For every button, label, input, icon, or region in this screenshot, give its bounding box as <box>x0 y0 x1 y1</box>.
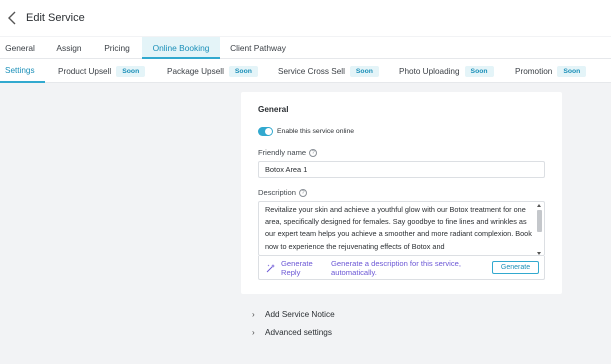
field-label-text: Friendly name <box>258 148 307 157</box>
advanced-settings-toggle[interactable]: › Advanced settings <box>252 328 332 337</box>
help-icon[interactable]: ? <box>298 188 307 197</box>
description-label: Description ? <box>258 188 307 197</box>
section-label: Advanced settings <box>265 328 332 337</box>
subtab-product-upsell[interactable]: Product Upsell Soon <box>58 59 146 83</box>
page-header: Edit Service <box>0 0 611 36</box>
friendly-name-label: Friendly name ? <box>258 148 318 157</box>
chevron-left-icon <box>8 11 16 25</box>
description-textarea[interactable]: Revitalize your skin and achieve a youth… <box>258 201 545 256</box>
enable-online-label: Enable this service online <box>277 128 355 135</box>
soon-badge: Soon <box>557 65 587 77</box>
page-title: Edit Service <box>26 12 85 24</box>
subtab-label: Settings <box>5 65 35 75</box>
soon-badge: Soon <box>464 65 494 77</box>
tab-pricing[interactable]: Pricing <box>98 37 136 59</box>
field-label-text: Description <box>258 188 296 197</box>
chevron-right-icon: › <box>252 310 255 319</box>
description-scrollbar[interactable] <box>536 204 543 255</box>
chevron-right-icon: › <box>252 328 255 337</box>
soon-badge: Soon <box>116 65 146 77</box>
tab-online-booking[interactable]: Online Booking <box>142 37 220 59</box>
scroll-thumb[interactable] <box>537 210 542 232</box>
soon-badge: Soon <box>349 65 379 77</box>
tab-general[interactable]: General <box>0 37 40 59</box>
add-service-notice-toggle[interactable]: › Add Service Notice <box>252 310 335 319</box>
section-label: Add Service Notice <box>265 310 335 319</box>
section-title: General <box>258 105 289 114</box>
subtab-promotion[interactable]: Promotion Soon <box>515 59 587 83</box>
main-tabs: General Assign Pricing Online Booking Cl… <box>0 37 611 59</box>
subtab-photo-uploading[interactable]: Photo Uploading Soon <box>399 59 494 83</box>
tab-client-pathway[interactable]: Client Pathway <box>226 37 290 59</box>
subtab-service-cross-sell[interactable]: Service Cross Sell Soon <box>278 59 379 83</box>
soon-badge: Soon <box>228 65 258 77</box>
scroll-up-icon[interactable] <box>537 204 541 207</box>
enable-online-toggle[interactable] <box>258 127 273 136</box>
friendly-name-input[interactable]: Botox Area 1 <box>258 161 545 178</box>
sub-tabs: Settings Product Upsell Soon Package Ups… <box>0 59 611 83</box>
generate-button[interactable]: Generate <box>492 261 539 274</box>
subtab-label: Photo Uploading <box>399 66 460 76</box>
tab-assign[interactable]: Assign <box>49 37 89 59</box>
description-text: Revitalize your skin and achieve a youth… <box>265 205 532 251</box>
back-button[interactable] <box>0 0 24 36</box>
scroll-down-icon[interactable] <box>537 252 541 255</box>
subtab-label: Service Cross Sell <box>278 66 345 76</box>
generate-box: Generate Reply Generate a description fo… <box>258 256 545 280</box>
subtab-label: Package Upsell <box>167 66 224 76</box>
generate-description-text: Generate a description for this service,… <box>331 259 461 277</box>
subtab-label: Product Upsell <box>58 66 112 76</box>
help-icon[interactable]: ? <box>309 148 318 157</box>
subtab-settings[interactable]: Settings <box>0 59 45 83</box>
subtab-label: Promotion <box>515 66 553 76</box>
subtab-package-upsell[interactable]: Package Upsell Soon <box>167 59 258 83</box>
sparkle-icon <box>266 264 275 273</box>
generate-reply-link[interactable]: Generate Reply <box>281 259 321 277</box>
